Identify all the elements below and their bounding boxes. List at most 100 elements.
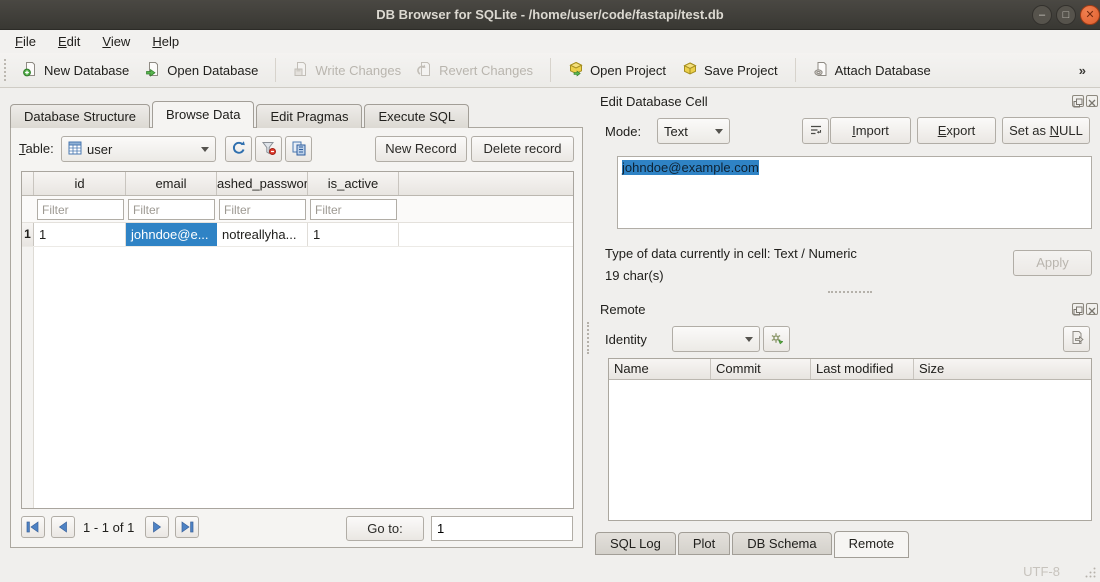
table-icon: [68, 141, 82, 158]
edit-cell-title: Edit Database Cell: [600, 94, 708, 109]
toolbar-separator: [275, 58, 276, 82]
last-page-button[interactable]: [175, 516, 199, 538]
open-database-button[interactable]: Open Database: [137, 56, 266, 85]
horizontal-splitter[interactable]: [828, 291, 872, 293]
vertical-splitter[interactable]: [587, 322, 589, 354]
cell-is-active[interactable]: 1: [308, 223, 399, 246]
apply-button[interactable]: Apply: [1013, 250, 1092, 276]
new-database-icon: [22, 61, 38, 80]
next-page-button[interactable]: [145, 516, 169, 538]
save-project-icon: [682, 61, 698, 80]
write-changes-button[interactable]: Write Changes: [285, 56, 409, 85]
browse-data-panel: Table: user New Record Delete record id …: [10, 127, 583, 548]
menu-help[interactable]: Help: [141, 31, 190, 52]
column-header-email[interactable]: email: [126, 172, 217, 195]
float-panel-icon[interactable]: [1072, 303, 1084, 315]
remote-column-last-modified[interactable]: Last modified: [811, 359, 914, 379]
close-panel-icon[interactable]: [1086, 95, 1098, 107]
remote-column-commit[interactable]: Commit: [711, 359, 811, 379]
delete-record-button[interactable]: Delete record: [471, 136, 574, 162]
tab-browse-data[interactable]: Browse Data: [152, 101, 254, 128]
maximize-button[interactable]: □: [1056, 5, 1076, 25]
filter-input-is-active[interactable]: [310, 199, 397, 220]
tab-remote[interactable]: Remote: [834, 531, 910, 558]
identity-select[interactable]: [672, 326, 760, 352]
save-results-button[interactable]: [285, 136, 312, 162]
cell-editor[interactable]: johndoe@example.com: [617, 156, 1092, 229]
write-changes-icon: [293, 61, 309, 80]
record-range-label: 1 - 1 of 1: [83, 520, 134, 535]
float-panel-icon[interactable]: [1072, 95, 1084, 107]
encoding-indicator[interactable]: UTF-8: [1023, 564, 1060, 579]
word-wrap-button[interactable]: [802, 118, 829, 144]
remote-column-size[interactable]: Size: [914, 359, 1091, 379]
main-tabbar: Database Structure Browse Data Edit Prag…: [10, 101, 471, 128]
tab-database-structure[interactable]: Database Structure: [10, 104, 150, 128]
last-page-icon: [180, 521, 194, 533]
cell-hashed-password[interactable]: notreallyha...: [217, 223, 308, 246]
toolbar-overflow-button[interactable]: »: [1073, 63, 1100, 78]
column-header-id[interactable]: id: [34, 172, 126, 195]
close-button[interactable]: ✕: [1080, 5, 1100, 25]
filter-input-hashed-password[interactable]: [219, 199, 306, 220]
clone-database-button[interactable]: [1063, 326, 1090, 352]
tab-sql-log[interactable]: SQL Log: [595, 532, 676, 555]
export-button[interactable]: Export: [917, 117, 996, 144]
attach-database-button[interactable]: Attach Database: [805, 56, 939, 85]
new-record-button[interactable]: New Record: [375, 136, 467, 162]
manage-identities-button[interactable]: [763, 326, 790, 352]
resize-grip-icon[interactable]: [1084, 566, 1097, 582]
filter-input-id[interactable]: [37, 199, 124, 220]
minimize-button[interactable]: –: [1032, 5, 1052, 25]
menu-file[interactable]: File: [4, 31, 47, 52]
chevron-down-icon: [745, 337, 753, 342]
row-number[interactable]: 1: [22, 223, 34, 246]
cell-type-info: Type of data currently in cell: Text / N…: [605, 246, 857, 261]
set-as-null-button[interactable]: Set as NULL: [1002, 117, 1090, 144]
chevron-down-icon: [715, 129, 723, 134]
remote-table-header: Name Commit Last modified Size: [609, 359, 1091, 380]
save-project-button[interactable]: Save Project: [674, 56, 786, 85]
refresh-icon: [231, 140, 247, 159]
menu-edit[interactable]: Edit: [47, 31, 91, 52]
tab-db-schema[interactable]: DB Schema: [732, 532, 831, 555]
mode-label: Mode:: [605, 124, 641, 139]
cell-char-count: 19 char(s): [605, 268, 664, 283]
cell-email-selected[interactable]: johndoe@e...: [126, 223, 217, 246]
filter-button[interactable]: [255, 136, 282, 162]
table-select[interactable]: user: [61, 136, 216, 162]
cell-id[interactable]: 1: [34, 223, 126, 246]
close-panel-icon[interactable]: [1086, 303, 1098, 315]
menu-view[interactable]: View: [91, 31, 141, 52]
table-label: Table:: [19, 141, 54, 156]
first-page-icon: [26, 521, 40, 533]
open-project-button[interactable]: Open Project: [560, 56, 674, 85]
first-page-button[interactable]: [21, 516, 45, 538]
bottom-dock-tabbar: SQL Log Plot DB Schema Remote: [595, 531, 911, 558]
column-header-is-active[interactable]: is_active: [308, 172, 399, 195]
grid-corner[interactable]: [22, 172, 34, 195]
titlebar[interactable]: DB Browser for SQLite - /home/user/code/…: [0, 0, 1100, 30]
previous-page-button[interactable]: [51, 516, 75, 538]
goto-input[interactable]: [431, 516, 573, 541]
remote-column-name[interactable]: Name: [609, 359, 711, 379]
revert-changes-button[interactable]: Revert Changes: [409, 56, 541, 85]
tab-edit-pragmas[interactable]: Edit Pragmas: [256, 104, 362, 128]
tab-execute-sql[interactable]: Execute SQL: [364, 104, 469, 128]
column-header-hashed-password[interactable]: ashed_passwor: [217, 172, 308, 195]
new-database-button[interactable]: New Database: [14, 56, 137, 85]
tab-plot[interactable]: Plot: [678, 532, 730, 555]
refresh-button[interactable]: [225, 136, 252, 162]
import-button[interactable]: Import: [830, 117, 911, 144]
filter-input-email[interactable]: [128, 199, 215, 220]
revert-changes-icon: [417, 61, 433, 80]
table-row: 1 1 johndoe@e... notreallyha... 1: [22, 223, 573, 247]
grid-header-row: id email ashed_passwor is_active: [22, 172, 573, 196]
goto-button[interactable]: Go to:: [346, 516, 424, 541]
open-project-icon: [568, 61, 584, 80]
chevron-down-icon: [201, 147, 209, 152]
main-toolbar: New Database Open Database Write Changes…: [0, 53, 1100, 88]
toolbar-handle[interactable]: [4, 59, 8, 81]
mode-select[interactable]: Text: [657, 118, 730, 144]
remote-title: Remote: [600, 302, 646, 317]
